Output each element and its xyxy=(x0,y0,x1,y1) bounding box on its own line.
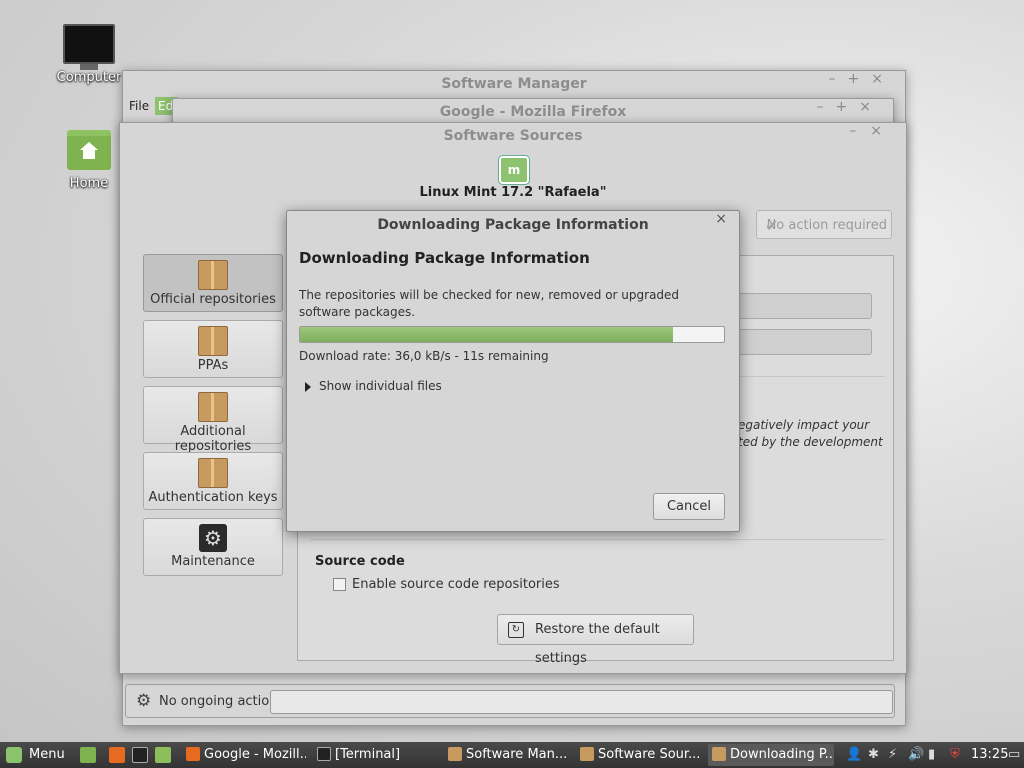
linux-mint-logo-icon: m xyxy=(499,156,529,184)
source-code-checkbox-row[interactable]: Enable source code repositories xyxy=(333,577,560,592)
source-code-checkbox[interactable] xyxy=(333,578,346,591)
close-icon[interactable]: × xyxy=(715,211,727,227)
sidebar-item-maintenance[interactable]: ⚙ Maintenance xyxy=(143,518,283,576)
desktop-icon-label: Home xyxy=(69,176,109,191)
files-launcher-icon[interactable] xyxy=(155,747,171,763)
expander-label: Show individual files xyxy=(319,379,442,393)
battery-icon[interactable]: ▮ xyxy=(928,742,935,768)
window-title: Software Manager xyxy=(441,76,587,92)
desktop-icon-computer[interactable]: Computer xyxy=(49,24,129,85)
package-icon xyxy=(198,260,228,290)
os-title: Linux Mint 17.2 "Rafaela" xyxy=(419,185,607,200)
update-shield-icon[interactable]: ⛨ xyxy=(950,742,960,768)
menu-button[interactable]: Menu xyxy=(0,742,65,768)
software-manager-icon xyxy=(448,747,462,761)
download-dialog: Downloading Package Information × Downlo… xyxy=(286,210,740,532)
show-files-expander[interactable]: Show individual files xyxy=(305,379,442,393)
bluetooth-icon[interactable]: ✱ xyxy=(868,742,879,768)
checkmark-icon: ✔ xyxy=(765,216,779,235)
dialog-message: The repositories will be checked for new… xyxy=(299,288,680,319)
cancel-button[interactable]: Cancel xyxy=(653,493,725,520)
no-action-button[interactable]: ✔ No action required xyxy=(756,210,892,239)
status-bar: ⚙ No ongoing actions xyxy=(125,684,895,718)
sidebar-item-additional-repositories[interactable]: Additional repositories xyxy=(143,386,283,454)
volume-icon[interactable]: 🔊 xyxy=(908,742,924,768)
dialog-title: Downloading Package Information xyxy=(377,217,649,233)
desktop-icon-home[interactable]: Home xyxy=(49,130,129,191)
restore-defaults-button[interactable]: ↻ Restore the default settings xyxy=(497,614,694,666)
sidebar-item-label: PPAs xyxy=(197,358,229,373)
key-package-icon xyxy=(198,458,228,488)
task-firefox[interactable]: Google - Mozill... xyxy=(182,744,306,766)
sidebar-item-label: Maintenance xyxy=(171,554,255,569)
network-icon[interactable]: ⚡ xyxy=(888,742,897,768)
no-action-label: No action required xyxy=(766,218,887,233)
task-software-manager[interactable]: Software Man... xyxy=(444,744,572,766)
progress-fill xyxy=(300,327,674,342)
task-terminal[interactable]: [Terminal] xyxy=(313,744,437,766)
task-downloading[interactable]: Downloading P... xyxy=(708,744,834,766)
firefox-launcher-icon[interactable] xyxy=(109,747,125,763)
terminal-launcher-icon[interactable] xyxy=(132,747,148,763)
task-software-sources[interactable]: Software Sour... xyxy=(576,744,704,766)
mirror-field-base[interactable] xyxy=(728,329,872,355)
window-controls[interactable]: –× xyxy=(849,123,896,139)
dialog-heading: Downloading Package Information xyxy=(299,249,590,267)
home-folder-icon xyxy=(67,130,111,170)
sidebar-item-label: Additional repositories xyxy=(174,424,252,454)
clock[interactable]: 13:25 xyxy=(971,742,1008,768)
warning-text-line1: egatively impact your xyxy=(738,418,870,432)
menu-file[interactable]: File xyxy=(129,99,149,113)
window-list-icon[interactable]: ▭ xyxy=(1008,742,1020,768)
desktop-icon-label: Computer xyxy=(56,70,122,85)
window-controls[interactable]: –+× xyxy=(829,71,895,87)
sidebar-item-label: Official repositories xyxy=(150,292,276,307)
window-controls[interactable]: –+× xyxy=(817,99,883,115)
expander-arrow-icon xyxy=(305,381,311,392)
software-sources-icon xyxy=(580,747,594,761)
sidebar-item-authentication-keys[interactable]: Authentication keys xyxy=(143,452,283,510)
status-text: No ongoing actions xyxy=(159,694,285,709)
mint-menu-icon xyxy=(6,746,22,763)
window-title: Software Sources xyxy=(443,128,583,144)
mirror-field-main[interactable] xyxy=(728,293,872,319)
checkbox-label: Enable source code repositories xyxy=(352,577,560,592)
divider xyxy=(310,539,885,540)
source-code-heading: Source code xyxy=(315,554,405,569)
add-package-icon xyxy=(198,392,228,422)
sidebar-item-official-repositories[interactable]: Official repositories xyxy=(143,254,283,312)
warning-text-line2: ted by the development xyxy=(738,435,883,449)
download-rate: Download rate: 36,0 kB/s - 11s remaining xyxy=(299,349,549,363)
gear-icon: ⚙ xyxy=(136,691,152,711)
taskbar: Menu Google - Mozill... [Terminal] Softw… xyxy=(0,742,1024,768)
sidebar-item-label: Authentication keys xyxy=(148,490,278,505)
show-desktop-icon[interactable] xyxy=(80,747,96,763)
terminal-icon xyxy=(317,747,331,761)
status-progress xyxy=(270,690,893,714)
ppa-package-icon xyxy=(198,326,228,356)
download-progress-bar xyxy=(299,326,725,343)
restore-icon: ↻ xyxy=(508,622,524,638)
computer-icon xyxy=(63,24,115,64)
maintenance-gear-icon: ⚙ xyxy=(199,524,227,552)
sidebar-item-ppas[interactable]: PPAs xyxy=(143,320,283,378)
download-icon xyxy=(712,747,726,761)
user-icon[interactable]: 👤 xyxy=(846,742,862,768)
firefox-icon xyxy=(186,747,200,761)
